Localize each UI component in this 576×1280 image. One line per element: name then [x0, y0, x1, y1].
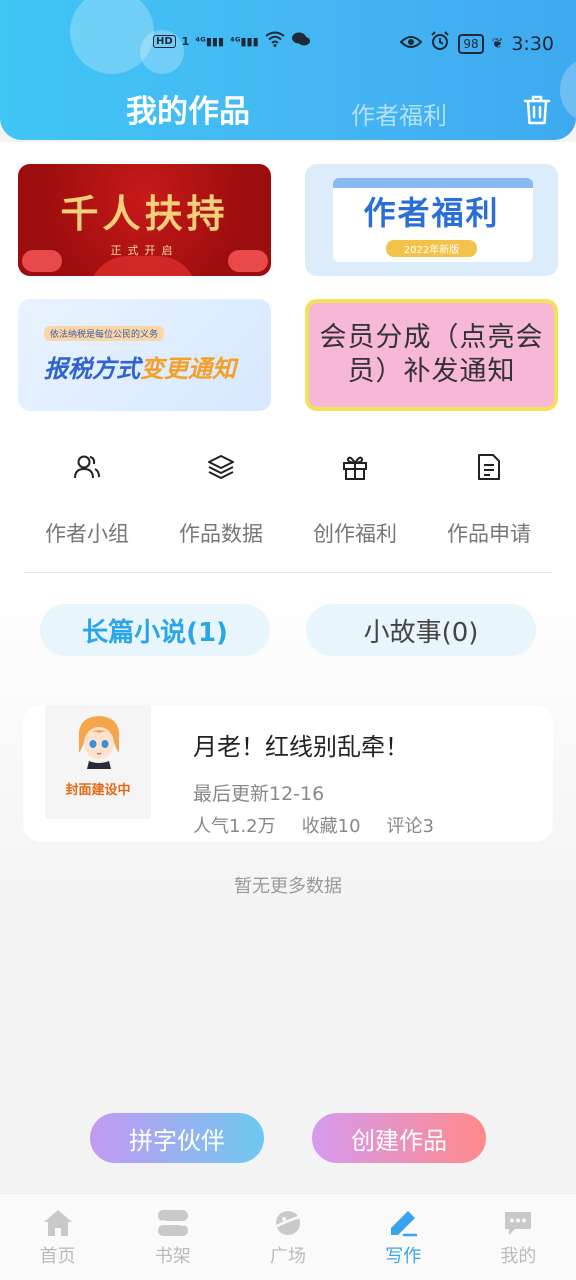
gift-icon	[326, 438, 384, 496]
hd-icon: HD	[153, 34, 176, 48]
banner-subtitle: 2022年新版	[385, 239, 478, 257]
tab-label: 首页	[39, 1246, 76, 1267]
status-time: 3:30	[511, 32, 554, 55]
quick-link-creation-benefits[interactable]: 创作福利	[288, 438, 422, 548]
banner-subtitle: 正式开启	[110, 243, 179, 257]
tab-my-works[interactable]: 我的作品	[126, 86, 250, 131]
pen-icon	[391, 1211, 418, 1237]
alarm-icon	[430, 31, 450, 56]
signal-4g-icon: ⁴ᴳ▮▮▮	[195, 34, 224, 48]
home-icon	[43, 1210, 72, 1236]
work-comments: 评论3	[386, 816, 434, 837]
tab-label: 书架	[154, 1246, 191, 1267]
status-bar: HD 1 ⁴ᴳ▮▮▮ ⁴ᴳ▮▮▮ 98 ❦ 3:30	[0, 28, 576, 58]
work-last-updated: 最后更新12-16	[193, 783, 325, 805]
divider	[24, 572, 552, 573]
banner-line-2: 员）补发通知	[347, 356, 516, 387]
chat-bubble-icon	[505, 1212, 532, 1235]
no-more-data: 暂无更多数据	[234, 876, 342, 897]
trash-icon[interactable]	[522, 94, 552, 126]
wifi-icon	[265, 31, 285, 51]
filter-long-novel[interactable]: 长篇小说(1)	[40, 604, 270, 656]
tab-label: 广场	[270, 1246, 306, 1267]
anime-avatar-icon	[73, 713, 125, 769]
cover-placeholder-label: 封面建设中	[65, 783, 131, 798]
leaf-icon: ❦	[491, 35, 504, 52]
banner-author-benefits[interactable]: 作者福利 2022年新版	[305, 164, 558, 276]
bottom-tab-bar: 首页 书架 广场 写作 我的	[0, 1193, 576, 1280]
wechat-icon	[291, 31, 311, 51]
tab-bookshelf[interactable]: 书架	[115, 1194, 230, 1280]
sim1-icon: 1	[181, 34, 190, 48]
work-title: 月老！红线别乱牵！	[193, 733, 409, 761]
filter-short-story[interactable]: 小故事(0)	[306, 604, 536, 656]
header: HD 1 ⁴ᴳ▮▮▮ ⁴ᴳ▮▮▮ 98 ❦ 3:30 我的作品 作者福利	[0, 0, 576, 140]
banner-subtitle: 依法纳税是每位公民的义务	[44, 326, 165, 341]
partner-button[interactable]: 拼字伙伴	[90, 1113, 264, 1163]
quick-link-label: 作者小组	[45, 522, 129, 546]
battery-indicator: 98	[458, 33, 484, 54]
banner-title-highlight: 变更通知	[140, 355, 236, 383]
tab-write[interactable]: 写作	[346, 1194, 461, 1280]
work-stats: 人气1.2万 收藏10 评论3	[193, 812, 434, 838]
signal-4g-icon: ⁴ᴳ▮▮▮	[230, 34, 259, 48]
banner-member-share-notice[interactable]: 会员分成（点亮会 员）补发通知	[305, 299, 558, 411]
quick-link-work-data[interactable]: 作品数据	[154, 438, 288, 548]
banner-title: 千人扶持	[60, 190, 229, 236]
banner-support-program[interactable]: 千人扶持 正式开启	[18, 164, 271, 276]
banner-tax-notice[interactable]: 依法纳税是每位公民的义务 报税方式变更通知	[18, 299, 271, 411]
quick-link-label: 作品申请	[447, 522, 531, 546]
work-popularity: 人气1.2万	[193, 816, 276, 837]
quick-link-label: 作品数据	[179, 522, 263, 546]
banner-title: 报税方式变更通知	[44, 349, 236, 384]
work-favorites: 收藏10	[301, 816, 361, 837]
quick-link-label: 创作福利	[313, 522, 397, 546]
planet-icon	[272, 1211, 304, 1235]
quick-link-author-group[interactable]: 作者小组	[20, 438, 154, 548]
create-work-button[interactable]: 创建作品	[312, 1113, 486, 1163]
tab-author-benefits[interactable]: 作者福利	[351, 96, 447, 131]
eye-icon	[399, 34, 423, 54]
document-icon	[460, 438, 518, 496]
work-card[interactable]: 封面建设中 月老！红线别乱牵！ 最后更新12-16 人气1.2万 收藏10 评论…	[23, 705, 553, 842]
quick-link-work-application[interactable]: 作品申请	[422, 438, 556, 548]
tab-mine[interactable]: 我的	[461, 1194, 576, 1280]
layers-icon	[192, 438, 250, 496]
banner-title: 作者福利	[363, 193, 500, 232]
tab-label: 写作	[385, 1246, 422, 1267]
group-icon	[58, 438, 116, 496]
tab-label: 我的	[500, 1246, 537, 1267]
banner-line-1: 会员分成（点亮会	[319, 322, 544, 353]
work-cover: 封面建设中	[45, 705, 151, 819]
banner-title-part: 报税方式	[44, 355, 140, 383]
tab-home[interactable]: 首页	[0, 1194, 115, 1280]
tab-square[interactable]: 广场	[230, 1194, 345, 1280]
bookshelf-icon	[157, 1210, 188, 1236]
